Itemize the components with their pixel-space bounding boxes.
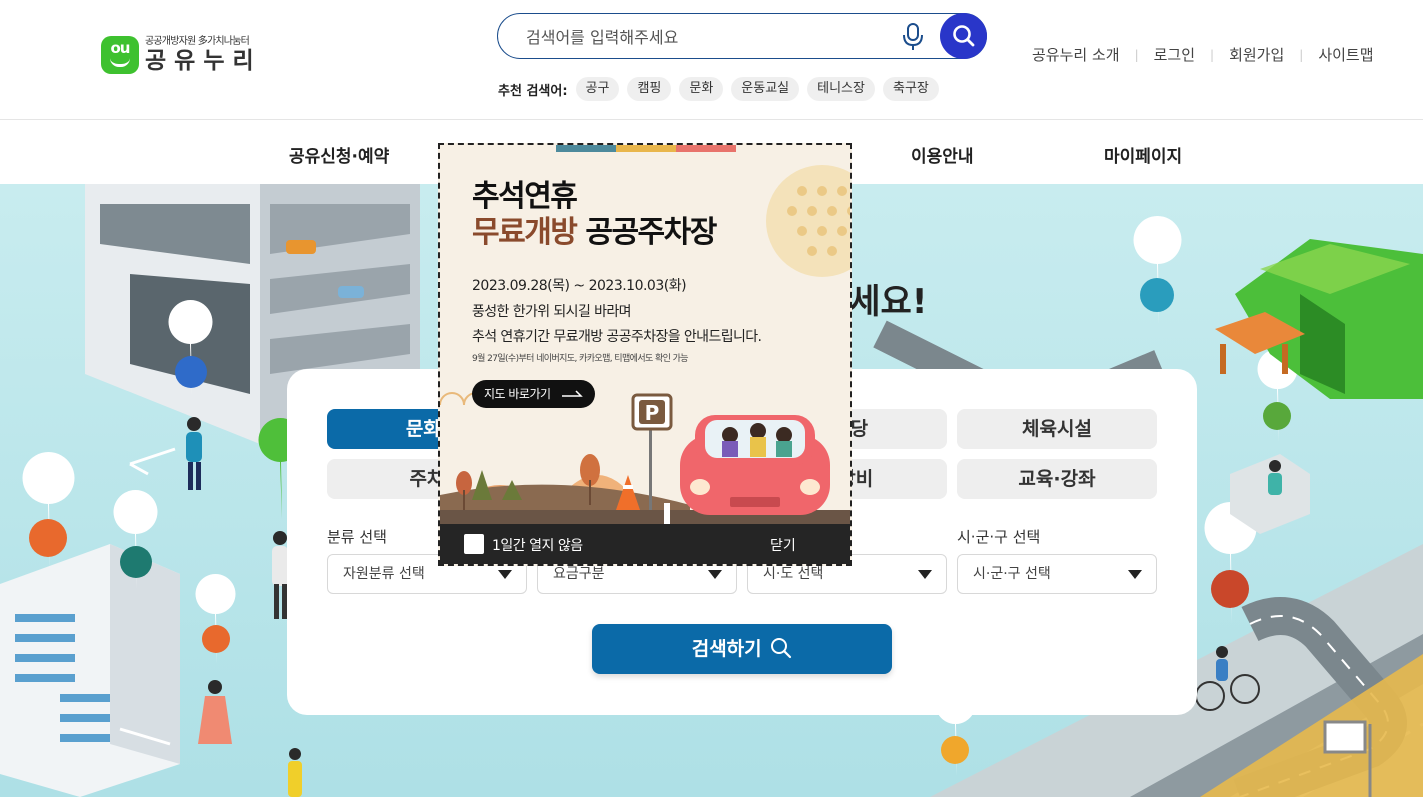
search-input[interactable] bbox=[526, 24, 886, 50]
logo-subtitle: 공공개방자원 多가치나눔터 bbox=[145, 36, 250, 47]
popup-text-2: 추석 연휴기간 무료개방 공공주차장을 안내드립니다. bbox=[472, 329, 762, 345]
category-sports-tab[interactable]: 체육시설 bbox=[957, 409, 1157, 449]
popup-title-line2: 무료개방 공공주차장 bbox=[472, 215, 717, 251]
popup-title-line1: 추석연휴 bbox=[472, 179, 578, 214]
select-value: 자원분류 선택 bbox=[343, 566, 425, 582]
district-select-label: 시·군·구 선택 bbox=[957, 528, 1041, 546]
popup-footnote: 9월 27일(수)부터 네이버지도, 카카오맵, 티맵에서도 확인 가능 bbox=[472, 354, 689, 364]
no-open-today-label[interactable]: 1일간 열지 않음 bbox=[492, 535, 583, 555]
divider: | bbox=[1134, 47, 1139, 62]
logo-title: 공유누리 bbox=[145, 48, 262, 74]
recommended-keywords: 추천 검색어: 공구 캠핑 문화 운동교실 테니스장 축구장 bbox=[498, 77, 947, 101]
search-box bbox=[497, 13, 987, 59]
keyword-tag[interactable]: 문화 bbox=[679, 77, 724, 101]
popup-footer-bar: 1일간 열지 않음 닫기 bbox=[440, 524, 850, 564]
arrow-right-icon bbox=[561, 390, 583, 397]
keyword-tag[interactable]: 테니스장 bbox=[807, 77, 875, 101]
pattern-decoration bbox=[766, 165, 850, 277]
keyword-tag[interactable]: 캠핑 bbox=[627, 77, 672, 101]
no-open-today-checkbox[interactable] bbox=[464, 534, 484, 554]
popup-date: 2023.09.28(목) ~ 2023.10.03(화) bbox=[472, 278, 687, 294]
event-popup: 추석연휴 무료개방 공공주차장 2023.09.28(목) ~ 2023.10.… bbox=[438, 143, 852, 566]
site-logo[interactable]: ou 공공개방자원 多가치나눔터 공유누리 bbox=[101, 36, 262, 74]
popup-title-rest: 공공주차장 bbox=[576, 215, 717, 250]
utility-links: 공유누리 소개 | 로그인 | 회원가입 | 사이트맵 bbox=[1032, 44, 1374, 65]
popup-close-button[interactable]: 닫기 bbox=[770, 535, 796, 555]
map-shortcut-button[interactable]: 지도 바로가기 bbox=[472, 380, 595, 408]
popup-color-stripe bbox=[556, 145, 736, 152]
site-header: ou 공공개방자원 多가치나눔터 공유누리 추천 검색어: 공구 캠핑 문화 운… bbox=[0, 0, 1423, 120]
nav-item-mypage[interactable]: 마이페이지 bbox=[1104, 142, 1182, 167]
nav-item-guide[interactable]: 이용안내 bbox=[911, 142, 974, 167]
microphone-icon[interactable] bbox=[902, 22, 924, 52]
select-value: 시·군·구 선택 bbox=[973, 566, 1051, 582]
caret-down-icon bbox=[918, 570, 932, 579]
select-value: 요금구분 bbox=[553, 566, 605, 582]
keyword-tag[interactable]: 축구장 bbox=[882, 77, 939, 101]
search-icon bbox=[953, 25, 975, 47]
popup-text-1: 풍성한 한가위 되시길 바라며 bbox=[472, 304, 632, 320]
popup-title-accent: 무료개방 bbox=[472, 215, 578, 250]
district-select[interactable]: 시·군·구 선택 bbox=[957, 554, 1157, 594]
divider: | bbox=[1210, 47, 1215, 62]
caret-down-icon bbox=[498, 570, 512, 579]
logo-mark-icon: ou bbox=[101, 36, 139, 74]
signup-link[interactable]: 회원가입 bbox=[1229, 44, 1284, 65]
search-icon bbox=[771, 638, 792, 659]
map-shortcut-label: 지도 바로가기 bbox=[484, 387, 551, 401]
caret-down-icon bbox=[708, 570, 722, 579]
category-education-tab[interactable]: 교육·강좌 bbox=[957, 459, 1157, 499]
select-value: 시·도 선택 bbox=[763, 566, 824, 582]
svg-text:P: P bbox=[645, 401, 660, 425]
recommended-label: 추천 검색어: bbox=[498, 83, 568, 99]
search-submit-label: 검색하기 bbox=[691, 638, 762, 660]
caret-down-icon bbox=[1128, 570, 1142, 579]
sitemap-link[interactable]: 사이트맵 bbox=[1318, 44, 1373, 65]
divider: | bbox=[1299, 47, 1304, 62]
category-select-label: 분류 선택 bbox=[327, 528, 387, 546]
nav-item-share-reservation[interactable]: 공유신청·예약 bbox=[289, 142, 389, 167]
search-button[interactable] bbox=[940, 13, 987, 59]
about-link[interactable]: 공유누리 소개 bbox=[1032, 44, 1120, 65]
login-link[interactable]: 로그인 bbox=[1154, 44, 1195, 65]
search-submit-button[interactable]: 검색하기 bbox=[592, 624, 892, 674]
keyword-tag[interactable]: 공구 bbox=[575, 77, 620, 101]
keyword-tag[interactable]: 운동교실 bbox=[731, 77, 800, 101]
